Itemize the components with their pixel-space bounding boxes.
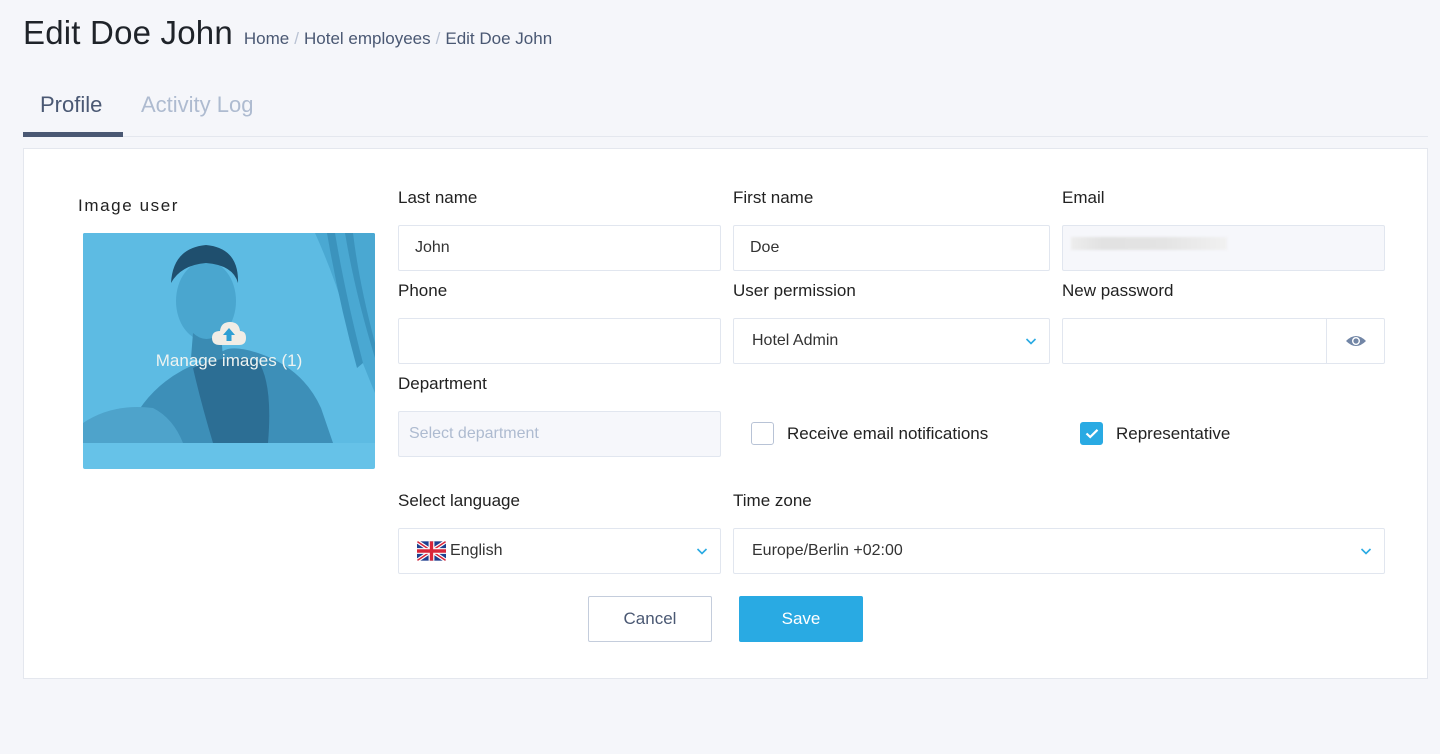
breadcrumb-separator: / — [435, 29, 441, 48]
select-language-label: Select language — [398, 491, 520, 510]
time-zone-select[interactable]: Europe/Berlin +02:00 — [733, 528, 1385, 574]
manage-images-label: Manage images (1) — [155, 351, 303, 370]
email-label: Email — [1062, 188, 1105, 207]
first-name-field[interactable]: Doe — [733, 225, 1050, 271]
breadcrumb-hotel-employees[interactable]: Hotel employees — [304, 29, 431, 49]
phone-label: Phone — [398, 281, 448, 300]
last-name-value: John — [415, 239, 450, 256]
first-name-value: Doe — [750, 239, 780, 256]
cancel-button[interactable]: Cancel — [588, 596, 712, 642]
breadcrumb-home[interactable]: Home — [244, 29, 289, 49]
language-select[interactable]: English — [398, 528, 721, 574]
user-permission-value: Hotel Admin — [752, 332, 839, 349]
receive-email-notifications-option[interactable]: Receive email notifications — [751, 422, 988, 445]
representative-label: Representative — [1116, 423, 1231, 443]
representative-checkbox[interactable] — [1080, 422, 1103, 445]
last-name-label: Last name — [398, 188, 478, 207]
checkmark-icon — [1085, 429, 1098, 439]
last-name-field[interactable]: John — [398, 225, 721, 271]
breadcrumb-separator: / — [294, 29, 299, 48]
representative-option[interactable]: Representative — [1080, 422, 1230, 445]
email-field[interactable] — [1062, 225, 1385, 271]
chevron-down-icon — [1360, 548, 1372, 555]
user-permission-label: User permission — [733, 281, 856, 300]
department-label: Department — [398, 374, 487, 393]
email-value-redacted — [1071, 237, 1227, 250]
tab-activity-log[interactable]: Activity Log — [141, 92, 254, 118]
time-zone-value: Europe/Berlin +02:00 — [752, 542, 903, 559]
page-header: Edit Doe John Home / Hotel employees / E… — [23, 14, 552, 52]
cloud-upload-icon — [212, 322, 246, 345]
department-placeholder: Select department — [409, 425, 539, 442]
active-tab-indicator — [23, 132, 123, 137]
chevron-down-icon — [696, 548, 708, 555]
manage-images-button[interactable]: Manage images (1) — [83, 233, 375, 469]
language-value: English — [450, 542, 503, 559]
department-select[interactable]: Select department — [398, 411, 721, 457]
image-user-label: Image user — [78, 196, 180, 215]
user-permission-select[interactable]: Hotel Admin — [733, 318, 1050, 364]
breadcrumb-current: Edit Doe John — [445, 29, 553, 48]
breadcrumb: Home / Hotel employees / Edit Doe John — [244, 29, 552, 49]
phone-field[interactable] — [398, 318, 721, 364]
time-zone-label: Time zone — [733, 491, 812, 510]
tab-profile[interactable]: Profile — [40, 92, 102, 118]
tab-bar: Profile Activity Log — [23, 80, 1428, 137]
page-title: Edit Doe John — [23, 14, 233, 51]
save-button[interactable]: Save — [739, 596, 863, 642]
receive-email-notifications-checkbox[interactable] — [751, 422, 774, 445]
uk-flag-icon — [417, 541, 446, 561]
chevron-down-icon — [1025, 338, 1037, 345]
first-name-label: First name — [733, 188, 814, 207]
receive-email-notifications-label: Receive email notifications — [787, 423, 989, 443]
new-password-field[interactable] — [1062, 318, 1385, 364]
eye-icon — [1345, 336, 1366, 346]
toggle-password-visibility-button[interactable] — [1326, 319, 1384, 363]
new-password-label: New password — [1062, 281, 1174, 300]
